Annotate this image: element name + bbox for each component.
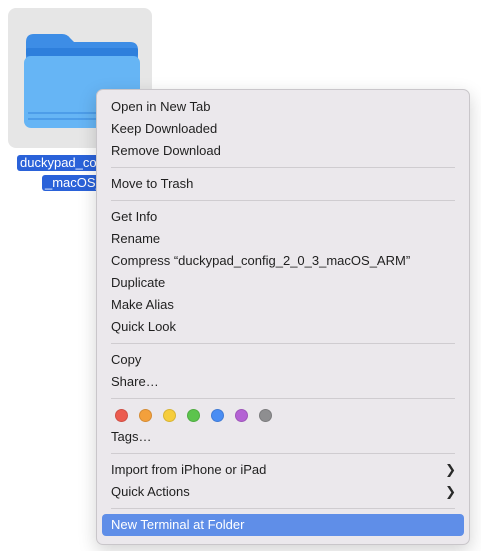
menu-separator xyxy=(111,343,455,344)
tag-orange-dot[interactable] xyxy=(139,408,152,422)
menu-separator xyxy=(111,398,455,399)
menu-item-keep-downloaded[interactable]: Keep Downloaded xyxy=(102,118,464,140)
menu-item-copy[interactable]: Copy xyxy=(102,349,464,371)
tag-gray-dot[interactable] xyxy=(259,408,272,422)
menu-item-import-from-iphone[interactable]: Import from iPhone or iPad ❯ xyxy=(102,459,464,481)
menu-item-new-terminal-at-folder[interactable]: New Terminal at Folder xyxy=(102,514,464,536)
menu-item-quick-look[interactable]: Quick Look xyxy=(102,316,464,338)
menu-separator xyxy=(111,453,455,454)
menu-item-get-info[interactable]: Get Info xyxy=(102,206,464,228)
chevron-right-icon: ❯ xyxy=(445,484,456,499)
tag-red-dot[interactable] xyxy=(115,408,128,422)
menu-item-rename[interactable]: Rename xyxy=(102,228,464,250)
menu-separator xyxy=(111,508,455,509)
menu-separator xyxy=(111,200,455,201)
menu-item-label: Quick Actions xyxy=(111,484,190,499)
menu-item-move-to-trash[interactable]: Move to Trash xyxy=(102,173,464,195)
tag-purple-dot[interactable] xyxy=(235,408,248,422)
menu-item-tags[interactable]: Tags… xyxy=(102,426,464,448)
menu-item-share[interactable]: Share… xyxy=(102,371,464,393)
menu-separator xyxy=(111,167,455,168)
tag-yellow-dot[interactable] xyxy=(163,408,176,422)
menu-item-open-in-new-tab[interactable]: Open in New Tab xyxy=(102,96,464,118)
tag-color-row xyxy=(102,404,464,426)
tag-blue-dot[interactable] xyxy=(211,408,224,422)
menu-item-duplicate[interactable]: Duplicate xyxy=(102,272,464,294)
menu-item-make-alias[interactable]: Make Alias xyxy=(102,294,464,316)
menu-item-quick-actions[interactable]: Quick Actions ❯ xyxy=(102,481,464,503)
menu-item-compress[interactable]: Compress “duckypad_config_2_0_3_macOS_AR… xyxy=(102,250,464,272)
chevron-right-icon: ❯ xyxy=(445,462,456,477)
context-menu: Open in New Tab Keep Downloaded Remove D… xyxy=(96,89,470,545)
menu-item-remove-download[interactable]: Remove Download xyxy=(102,140,464,162)
menu-item-label: Import from iPhone or iPad xyxy=(111,462,267,477)
tag-green-dot[interactable] xyxy=(187,408,200,422)
